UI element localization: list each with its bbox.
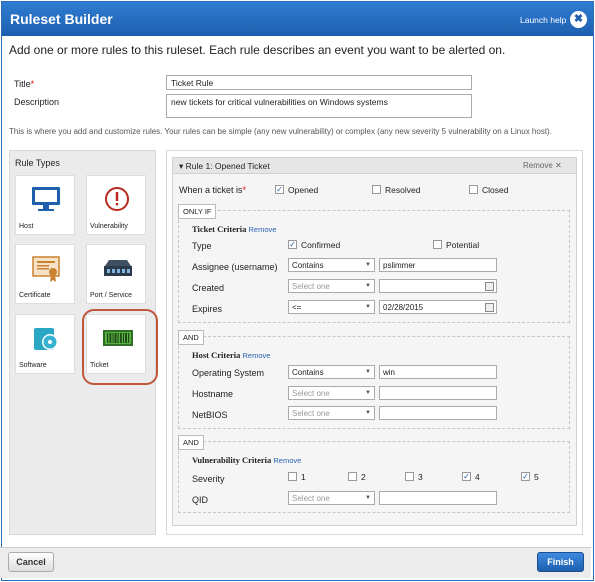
dialog-title: Ruleset Builder xyxy=(10,11,113,27)
assignee-operator-select[interactable]: Contains ▼ xyxy=(288,258,375,272)
assignee-input[interactable]: pslimmer xyxy=(379,258,497,272)
chevron-down-icon[interactable]: ▾ xyxy=(179,161,186,171)
vulnerability-criteria-heading: Vulnerability Criteria Remove xyxy=(192,455,302,465)
qid-operator-select[interactable]: Select one ▼ xyxy=(288,491,375,505)
calendar-icon[interactable] xyxy=(485,303,494,312)
rule-type-port-service[interactable]: Port / Service xyxy=(86,244,146,304)
chevron-down-icon: ▼ xyxy=(365,283,371,289)
rule-title: ▾ Rule 1: Opened Ticket xyxy=(179,161,270,171)
chevron-down-icon: ▼ xyxy=(365,390,371,396)
severity-4-label: 4 xyxy=(475,472,480,482)
rule-type-software[interactable]: Software xyxy=(15,314,75,374)
calendar-icon[interactable] xyxy=(485,282,494,291)
os-input[interactable]: win xyxy=(379,365,497,379)
rule-type-host[interactable]: Host xyxy=(15,175,75,235)
assignee-label: Assignee (username) xyxy=(192,262,278,272)
created-label: Created xyxy=(192,283,225,293)
chevron-down-icon: ▼ xyxy=(365,410,371,416)
os-label: Operating System xyxy=(192,368,265,378)
description-label: Description xyxy=(14,97,60,107)
severity-3-checkbox[interactable] xyxy=(405,472,414,481)
close-icon[interactable]: ✖ xyxy=(570,11,587,28)
resolved-checkbox[interactable] xyxy=(372,185,381,194)
os-operator-select[interactable]: Contains ▼ xyxy=(288,365,375,379)
potential-label: Potential xyxy=(446,240,480,250)
chevron-down-icon: ▼ xyxy=(365,304,371,310)
finish-button[interactable]: Finish xyxy=(537,552,584,572)
severity-label: Severity xyxy=(192,474,225,484)
exclamation-icon xyxy=(105,187,129,211)
expires-operator-select[interactable]: <= ▼ xyxy=(288,300,375,314)
software-disc-icon xyxy=(34,328,58,350)
confirmed-label: Confirmed xyxy=(301,240,341,250)
rule-type-label: Software xyxy=(19,362,47,369)
created-operator-select[interactable]: Select one ▼ xyxy=(288,279,375,293)
created-date-input[interactable] xyxy=(379,279,497,293)
opened-checkbox[interactable]: ✓ xyxy=(275,185,284,194)
severity-2-checkbox[interactable] xyxy=(348,472,357,481)
closed-label: Closed xyxy=(482,185,509,195)
cancel-button[interactable]: Cancel xyxy=(8,552,54,572)
closed-checkbox[interactable] xyxy=(469,185,478,194)
intro-text: Add one or more rules to this ruleset. E… xyxy=(9,43,506,57)
vulnerability-criteria-remove-link[interactable]: Remove xyxy=(273,456,301,465)
remove-rule-button[interactable]: Remove ✕ xyxy=(523,161,562,170)
potential-checkbox[interactable] xyxy=(433,240,442,249)
hostname-label: Hostname xyxy=(192,389,234,399)
launch-help-link[interactable]: Launch help xyxy=(520,15,566,25)
dialog-footer xyxy=(0,547,591,578)
monitor-icon xyxy=(32,187,60,211)
title-input[interactable]: Ticket Rule xyxy=(166,75,472,90)
rule-type-label: Port / Service xyxy=(90,292,133,299)
rule-type-label: Host xyxy=(19,223,34,230)
titlebar: Ruleset Builder Launch help ✖ xyxy=(2,2,593,36)
netbios-label: NetBIOS xyxy=(192,410,228,420)
only-if-tag: ONLY IF xyxy=(178,204,217,219)
chevron-down-icon: ▼ xyxy=(365,369,371,375)
rule-header[interactable]: ▾ Rule 1: Opened Ticket Remove ✕ xyxy=(172,157,577,174)
opened-label: Opened xyxy=(288,185,319,195)
severity-4-checkbox[interactable]: ✓ xyxy=(462,472,471,481)
hostname-input[interactable] xyxy=(379,386,497,400)
title-label: Title* xyxy=(14,79,35,89)
qid-label: QID xyxy=(192,495,209,505)
hostname-operator-select[interactable]: Select one ▼ xyxy=(288,386,375,400)
severity-2-label: 2 xyxy=(361,472,366,482)
host-criteria-remove-link[interactable]: Remove xyxy=(243,351,271,360)
type-label: Type xyxy=(192,241,212,251)
chevron-down-icon: ▼ xyxy=(365,262,371,268)
and-tag: AND xyxy=(178,330,204,345)
description-textarea[interactable]: new tickets for critical vulnerabilities… xyxy=(166,94,472,118)
chevron-down-icon: ▼ xyxy=(365,495,371,501)
expires-label: Expires xyxy=(192,304,223,314)
rule-type-label: Vulnerability xyxy=(90,223,128,230)
severity-5-label: 5 xyxy=(534,472,539,482)
severity-5-checkbox[interactable]: ✓ xyxy=(521,472,530,481)
when-label: When a ticket is* xyxy=(179,185,247,195)
resolved-label: Resolved xyxy=(385,185,421,195)
network-switch-icon xyxy=(104,260,132,276)
builder-hint: This is where you add and customize rule… xyxy=(9,127,552,136)
ticket-criteria-heading: Ticket Criteria Remove xyxy=(192,224,277,234)
netbios-input[interactable] xyxy=(379,406,497,420)
rule-type-label: Certificate xyxy=(19,292,51,299)
rule-type-vulnerability[interactable]: Vulnerability xyxy=(86,175,146,235)
qid-input[interactable] xyxy=(379,491,497,505)
ticket-highlight-ring xyxy=(82,309,158,385)
rule-types-heading: Rule Types xyxy=(15,158,60,168)
severity-1-checkbox[interactable] xyxy=(288,472,297,481)
rule-type-certificate[interactable]: Certificate xyxy=(15,244,75,304)
and-tag: AND xyxy=(178,435,204,450)
expires-date-input[interactable]: 02/28/2015 xyxy=(379,300,497,314)
severity-3-label: 3 xyxy=(418,472,423,482)
ticket-criteria-remove-link[interactable]: Remove xyxy=(249,225,277,234)
netbios-operator-select[interactable]: Select one ▼ xyxy=(288,406,375,420)
certificate-icon xyxy=(32,256,60,282)
severity-1-label: 1 xyxy=(301,472,306,482)
confirmed-checkbox[interactable]: ✓ xyxy=(288,240,297,249)
host-criteria-heading: Host Criteria Remove xyxy=(192,350,271,360)
